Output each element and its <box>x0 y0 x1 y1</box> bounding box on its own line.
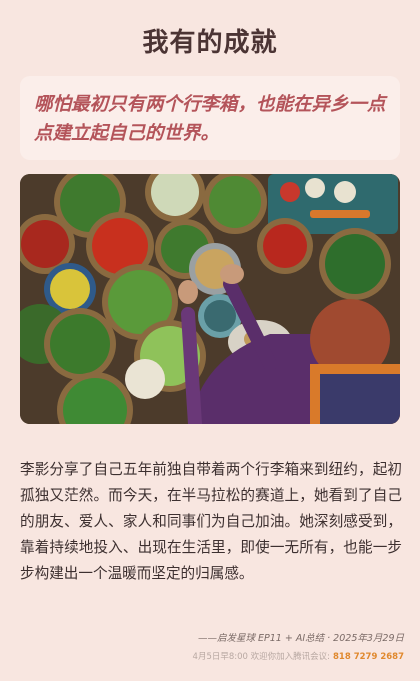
market-vegetables-photo-icon <box>20 174 400 424</box>
market-photo <box>20 174 400 424</box>
footer: 4月5日早8:00 欢迎你加入腾讯会议: 818 7279 2687 <box>193 650 404 662</box>
share-card: 我有的成就 哪怕最初只有两个行李箱，也能在异乡一点点建立起自己的世界。 李影分享… <box>0 0 420 681</box>
article-body: 李影分享了自己五年前独自带着两个行李箱来到纽约，起初孤独又茫然。而今天，在半马拉… <box>20 461 402 582</box>
signature: ——启发星球 EP11 + AI总结 · 2025年3月29日 <box>197 633 404 644</box>
page-title: 我有的成就 <box>142 28 278 58</box>
quote-text: 哪怕最初只有两个行李箱，也能在异乡一点点建立起自己的世界。 <box>34 94 386 144</box>
meeting-notice: 4月5日早8:00 欢迎你加入腾讯会议: <box>192 652 331 662</box>
quote-card: 哪怕最初只有两个行李箱，也能在异乡一点点建立起自己的世界。 <box>20 76 400 160</box>
meeting-id[interactable]: 818 7279 2687 <box>333 652 404 662</box>
